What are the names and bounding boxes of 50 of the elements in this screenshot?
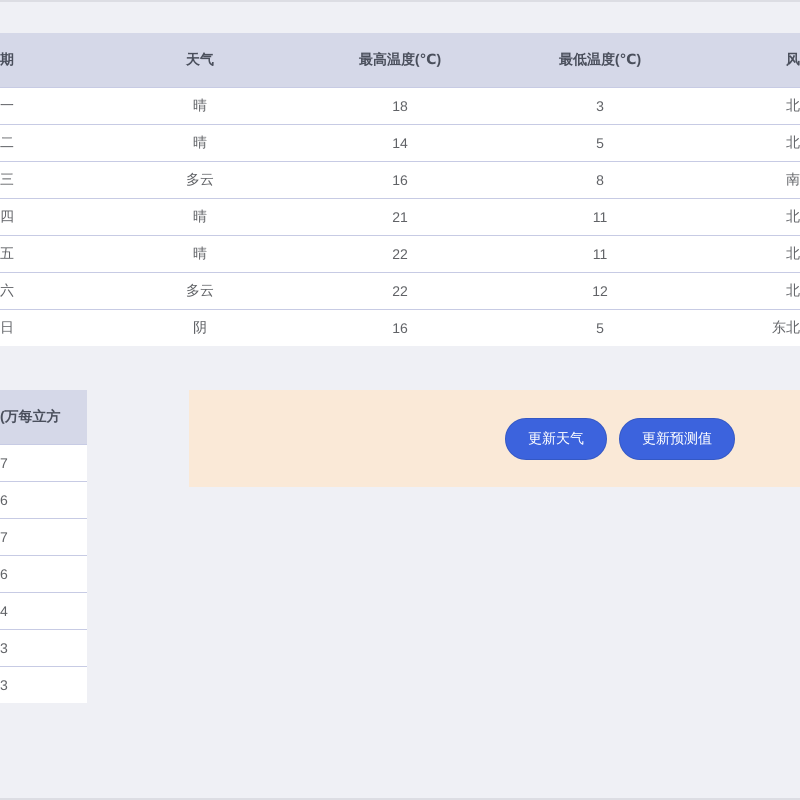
table-cell: 22 [300,272,500,309]
table-cell: 晴 [100,87,300,124]
table-cell: 北 [700,272,800,309]
table-cell: 五 [0,235,100,272]
table-cell: 阴 [100,309,300,346]
table-cell: 11 [500,198,700,235]
table-cell: 11 [500,235,700,272]
table-cell: 7 [0,444,87,481]
table-cell: 6 [0,555,87,592]
table-cell: 4 [0,592,87,629]
table-cell: 二 [0,124,100,161]
table-cell: 日 [0,309,100,346]
update-button[interactable]: 更新天气 [505,418,607,460]
table-cell: 16 [300,309,500,346]
table-cell: 6 [0,481,87,518]
update-button[interactable]: 更新预测值 [619,418,735,460]
table-cell: 7 [0,518,87,555]
table-cell: 北 [700,235,800,272]
column-header: 风 [700,33,800,87]
table-cell: 5 [500,124,700,161]
table-cell: 四 [0,198,100,235]
table-cell: 多云 [100,272,300,309]
table-cell: 三 [0,161,100,198]
column-header: (万每立方 [0,390,87,444]
table-cell: 六 [0,272,100,309]
table-cell: 5 [500,309,700,346]
table-cell: 晴 [100,235,300,272]
table-cell: 3 [0,629,87,666]
table-cell: 多云 [100,161,300,198]
table-cell: 8 [500,161,700,198]
table-cell: 一 [0,87,100,124]
table-cell: 14 [300,124,500,161]
column-header: 期 [0,33,100,87]
table-cell: 北 [700,87,800,124]
table-cell: 3 [0,666,87,703]
table-cell: 21 [300,198,500,235]
table-cell: 16 [300,161,500,198]
table-cell: 东北 [700,309,800,346]
table-cell: 晴 [100,124,300,161]
column-header: 最低温度(℃) [500,33,700,87]
table-cell: 18 [300,87,500,124]
table-cell: 北 [700,198,800,235]
table-cell: 12 [500,272,700,309]
table-cell: 3 [500,87,700,124]
column-header: 天气 [100,33,300,87]
table-cell: 南 [700,161,800,198]
table-cell: 晴 [100,198,300,235]
table-cell: 22 [300,235,500,272]
column-header: 最高温度(℃) [300,33,500,87]
table-cell: 北 [700,124,800,161]
